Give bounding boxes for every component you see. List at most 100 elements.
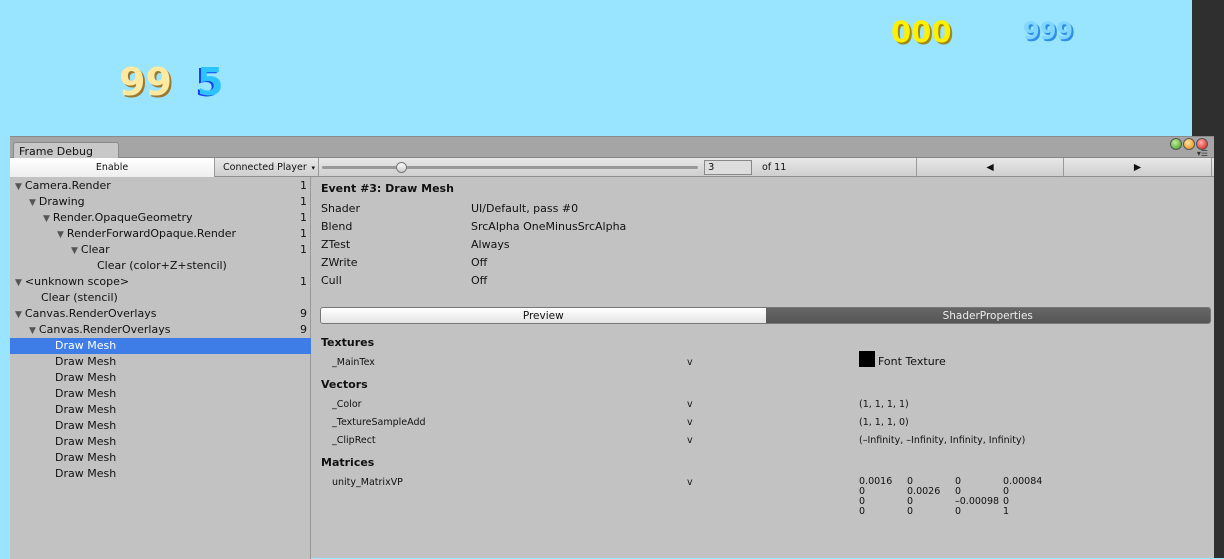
details-tabs: Preview ShaderProperties xyxy=(320,307,1211,324)
property-name: ZTest xyxy=(321,238,351,251)
textures-heading: Textures xyxy=(321,336,375,349)
tree-row-label: Clear (color+Z+stencil) xyxy=(97,259,227,272)
tree-row-label: Draw Mesh xyxy=(55,387,117,400)
tab-preview[interactable]: Preview xyxy=(321,308,766,323)
frame-debug-window: Frame Debug ▾☰ Enable Connected Player ▾ … xyxy=(10,136,1214,559)
tree-row-label: Draw Mesh xyxy=(55,419,117,432)
tree-row-label: <unknown scope> xyxy=(24,275,130,288)
event-tree: ▼ Camera.Render 1 ▼ Drawing 1 ▼ Render.OpaqueGe… xyxy=(10,177,311,559)
connected-player-dropdown[interactable]: Connected Player ▾ xyxy=(215,158,319,177)
property-value: Always xyxy=(471,238,510,251)
expand-triangle-icon[interactable]: ▼ xyxy=(71,246,78,256)
expand-triangle-icon[interactable]: ▼ xyxy=(57,230,64,240)
tree-row-count: 9 xyxy=(300,323,307,336)
expand-triangle-icon[interactable]: ▼ xyxy=(15,278,22,288)
expand-triangle-icon[interactable]: ▼ xyxy=(15,310,22,320)
tree-row[interactable]: ▼ Canvas.RenderOverlays 9 xyxy=(10,322,311,338)
tree-row-label: Draw Mesh xyxy=(55,403,117,416)
tree-row[interactable]: Clear (color+Z+stencil) xyxy=(10,258,311,274)
property-name: Blend xyxy=(321,220,353,233)
vector-value: (1, 1, 1, 1) xyxy=(859,399,909,410)
game-view: 99 5 000 999 xyxy=(0,0,1192,136)
tree-row-count: 1 xyxy=(300,211,307,224)
vector-name: _Color xyxy=(332,399,362,410)
game-view-edge xyxy=(0,136,10,558)
vector-value: (–Infinity, –Infinity, Infinity, Infinit… xyxy=(859,435,1026,446)
tree-row[interactable]: ▼ <unknown scope> 1 xyxy=(10,274,311,290)
event-index-input[interactable]: 3 xyxy=(704,160,752,175)
tree-row-count: 9 xyxy=(300,307,307,320)
tree-row-label: Draw Mesh xyxy=(55,435,117,448)
tree-row[interactable]: Draw Mesh xyxy=(10,338,311,354)
score-left: 99 xyxy=(119,60,172,104)
expand-triangle-icon[interactable]: ▼ xyxy=(15,182,22,192)
event-slider[interactable] xyxy=(322,162,698,173)
vector-stage: v xyxy=(687,399,693,410)
tree-row[interactable]: ▼ Drawing 1 xyxy=(10,194,311,210)
expand-triangle-icon[interactable]: ▼ xyxy=(29,326,36,336)
tree-row[interactable]: Draw Mesh xyxy=(10,354,311,370)
score-top: 000 xyxy=(891,15,952,49)
enable-button[interactable]: Enable xyxy=(10,158,215,177)
minimize-button[interactable] xyxy=(1183,138,1195,150)
expand-triangle-icon[interactable]: ▼ xyxy=(43,214,50,224)
matrix-cell: 0 xyxy=(859,506,866,517)
tab-shader-properties[interactable]: ShaderProperties xyxy=(765,308,1210,323)
maximize-button[interactable] xyxy=(1170,138,1182,150)
tree-row[interactable]: Draw Mesh xyxy=(10,434,311,450)
tree-row-label: Canvas.RenderOverlays xyxy=(38,323,171,336)
tree-row[interactable]: Draw Mesh xyxy=(10,418,311,434)
tab-frame-debug[interactable]: Frame Debug xyxy=(13,142,119,159)
event-total: of 11 xyxy=(762,162,787,173)
tree-row[interactable]: ▼ Clear 1 xyxy=(10,242,311,258)
tree-row[interactable]: ▼ RenderForwardOpaque.Render 1 xyxy=(10,226,311,242)
previous-event-button[interactable]: ◀ xyxy=(916,158,1064,177)
tree-row[interactable]: ▼ Canvas.RenderOverlays 9 xyxy=(10,306,311,322)
dropdown-label: Connected Player xyxy=(223,162,307,173)
triangle-left-icon: ◀ xyxy=(986,162,994,173)
tree-row[interactable]: ▼ Camera.Render 1 xyxy=(10,178,311,194)
tree-row-label: Camera.Render xyxy=(24,179,111,192)
matrix-name: unity_MatrixVP xyxy=(332,477,403,488)
slider-thumb[interactable] xyxy=(395,162,407,173)
property-name: Shader xyxy=(321,202,360,215)
panel-menu-icon[interactable]: ▾☰ xyxy=(1197,149,1208,158)
property-name: Cull xyxy=(321,274,342,287)
tree-row-count: 1 xyxy=(300,195,307,208)
matrix-cell: –0.00098 xyxy=(955,496,1000,507)
matrix-cell: 0 xyxy=(907,506,914,517)
tree-row-label: Draw Mesh xyxy=(55,371,117,384)
tree-row[interactable]: Draw Mesh xyxy=(10,450,311,466)
tab-bar: Frame Debug ▾☰ xyxy=(10,137,1214,159)
font-texture-thumbnail[interactable] xyxy=(859,351,875,367)
tree-row[interactable]: Draw Mesh xyxy=(10,386,311,402)
tree-row-count: 1 xyxy=(300,179,307,192)
tree-row[interactable]: Draw Mesh xyxy=(10,466,311,482)
matrix-cell: 0 xyxy=(955,506,962,517)
dropdown-arrow-icon: ▾ xyxy=(311,163,315,172)
property-value: Off xyxy=(471,274,488,287)
next-event-button[interactable]: ▶ xyxy=(1064,158,1212,177)
tree-row-label: Drawing xyxy=(38,195,85,208)
vector-name: _ClipRect xyxy=(332,435,376,446)
triangle-right-icon: ▶ xyxy=(1133,162,1142,173)
tree-row-label: Draw Mesh xyxy=(55,355,117,368)
tree-row-label: RenderForwardOpaque.Render xyxy=(66,227,237,240)
tree-row[interactable]: Draw Mesh xyxy=(10,370,311,386)
tree-row[interactable]: ▼ Render.OpaqueGeometry 1 xyxy=(10,210,311,226)
matrices-heading: Matrices xyxy=(321,456,375,469)
vector-name: _TextureSampleAdd xyxy=(332,417,426,428)
event-details: Event #3: Draw Mesh Shader UI/Default, pa… xyxy=(312,177,1214,559)
tree-row[interactable]: Draw Mesh xyxy=(10,402,311,418)
tree-row-label: Render.OpaqueGeometry xyxy=(52,211,193,224)
vector-stage: v xyxy=(687,417,693,428)
toolbar: Enable Connected Player ▾ 3 of 11 ◀ ▶ xyxy=(10,158,1214,177)
vectors-heading: Vectors xyxy=(321,378,368,391)
tree-row-label: Canvas.RenderOverlays xyxy=(24,307,157,320)
expand-triangle-icon[interactable]: ▼ xyxy=(29,198,36,208)
vector-stage: v xyxy=(687,435,693,446)
texture-name: _MainTex xyxy=(332,357,375,368)
tree-row[interactable]: Clear (stencil) xyxy=(10,290,311,306)
property-value: UI/Default, pass #0 xyxy=(471,202,579,215)
texture-stage: v xyxy=(687,357,693,368)
